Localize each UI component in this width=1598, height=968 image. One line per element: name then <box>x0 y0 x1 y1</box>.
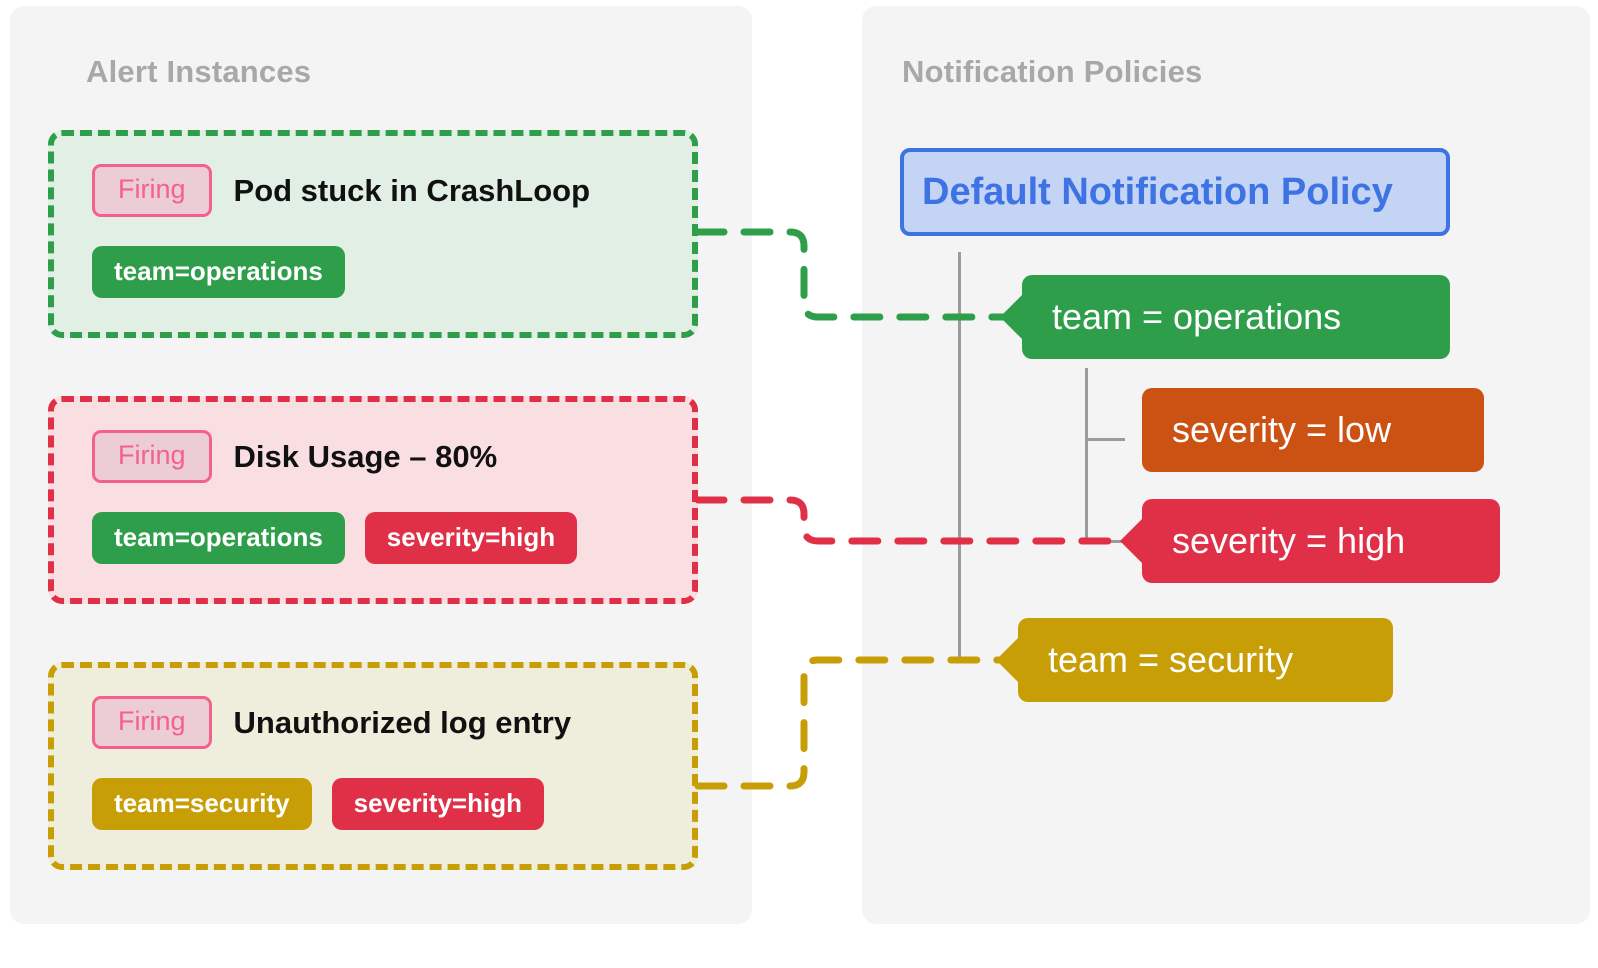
tree-trunk-line <box>958 252 961 662</box>
policy-node-label: team = operations <box>1052 296 1342 337</box>
alert-instances-panel-title: Alert Instances <box>86 54 312 89</box>
policy-node-label: Default Notification Policy <box>922 170 1393 213</box>
alert-card-header: Firing Unauthorized log entry <box>92 696 571 749</box>
status-badge: Firing <box>92 164 212 217</box>
alert-label-chip: severity=high <box>331 778 544 830</box>
alert-title: Unauthorized log entry <box>233 704 572 740</box>
alert-card-header: Firing Pod stuck in CrashLoop <box>92 164 590 217</box>
alert-label-chip: team=operations <box>92 246 345 298</box>
alert-label-chip: team=security <box>92 778 312 830</box>
alert-title: Disk Usage – 80% <box>233 438 498 474</box>
policy-node-severity-low[interactable]: severity = low <box>1142 388 1484 472</box>
alert-label-list: team=operations <box>92 246 345 298</box>
alert-instance-card[interactable]: Firing Pod stuck in CrashLoop team=opera… <box>48 130 698 338</box>
policy-node-team-security[interactable]: team = security <box>1018 618 1393 702</box>
policy-node-team-operations[interactable]: team = operations <box>1022 275 1450 359</box>
alert-instance-card[interactable]: Firing Disk Usage – 80% team=operations … <box>48 396 698 604</box>
diagram-canvas: Alert Instances Firing Pod stuck in Cras… <box>0 0 1598 968</box>
policy-node-label: team = security <box>1048 639 1294 680</box>
alert-label-list: team=operations severity=high <box>92 512 578 564</box>
alert-instance-card[interactable]: Firing Unauthorized log entry team=secur… <box>48 662 698 870</box>
default-notification-policy-node[interactable]: Default Notification Policy <box>900 148 1450 236</box>
notification-policies-panel-title: Notification Policies <box>902 54 1203 89</box>
alert-label-chip: team=operations <box>92 512 345 564</box>
alert-label-chip: severity=high <box>364 512 578 564</box>
tree-subtrunk-line <box>1085 368 1088 543</box>
tree-branch-line <box>1085 438 1125 441</box>
status-badge: Firing <box>92 430 212 483</box>
policy-node-label: severity = low <box>1172 409 1392 450</box>
policy-node-severity-high[interactable]: severity = high <box>1142 499 1500 583</box>
alert-label-list: team=security severity=high <box>92 778 544 830</box>
alert-title: Pod stuck in CrashLoop <box>233 172 591 208</box>
policy-node-label: severity = high <box>1172 520 1406 561</box>
alert-card-header: Firing Disk Usage – 80% <box>92 430 497 483</box>
status-badge: Firing <box>92 696 212 749</box>
